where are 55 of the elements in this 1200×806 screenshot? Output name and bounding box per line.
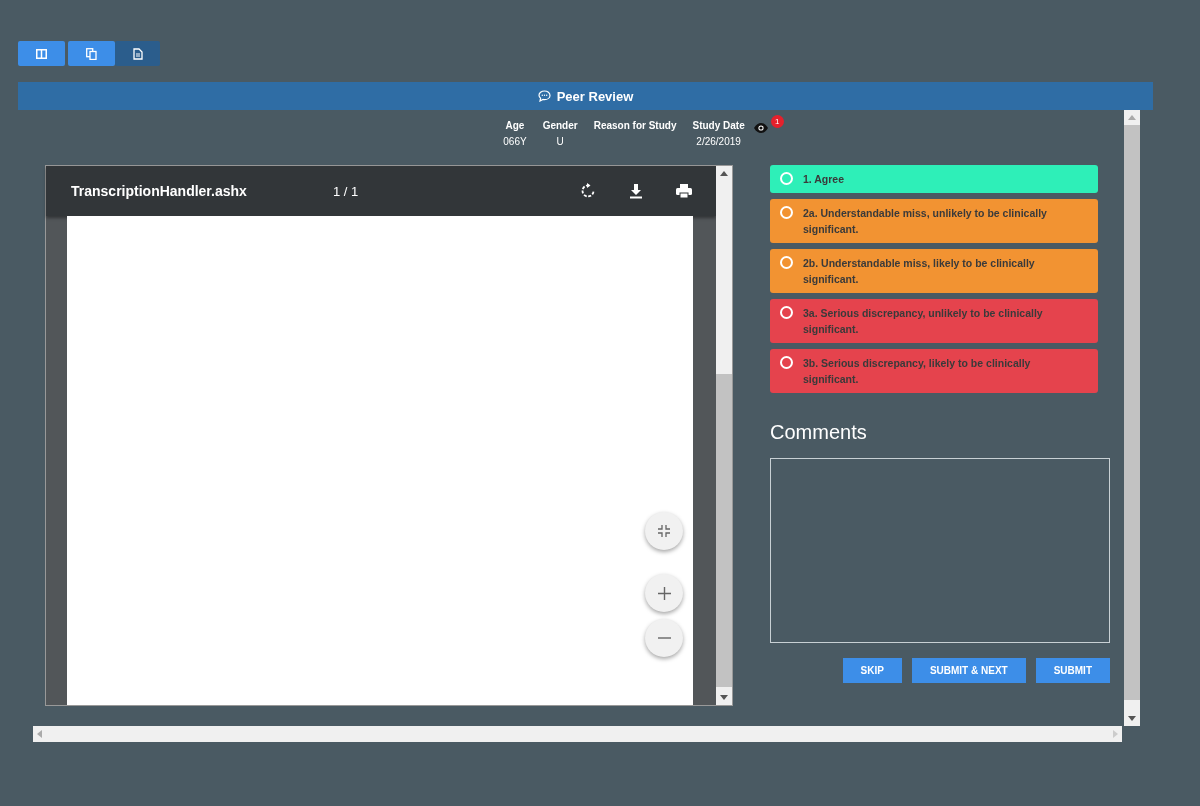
field-value: 2/26/2019	[696, 136, 741, 147]
page-number: 1 / 1	[333, 183, 360, 199]
file-name: TranscriptionHandler.ashx	[71, 183, 248, 199]
option-label: 2b. Understandable miss, likely to be clinically significant.	[803, 256, 1036, 287]
chat-icon	[537, 90, 551, 102]
option-label: 3a. Serious discrepancy, unlikely to be clinically significant.	[803, 306, 1044, 337]
fit-page-button[interactable]	[645, 512, 683, 550]
scroll-left-icon[interactable]	[37, 730, 42, 738]
minus-icon	[657, 637, 671, 639]
option-label: 1. Agree	[803, 172, 846, 187]
radio-button[interactable]	[780, 172, 793, 185]
field-label: Study Date	[692, 120, 745, 131]
scrollbar[interactable]	[716, 166, 732, 705]
rating-option[interactable]: 3b. Serious discrepancy, likely to be clinically significant.	[770, 349, 1098, 393]
field-label: Reason for Study	[593, 120, 677, 131]
eye-icon[interactable]	[752, 122, 769, 134]
toolbar-button[interactable]	[68, 41, 115, 66]
zoom-out-button[interactable]	[645, 619, 683, 657]
scroll-down-icon[interactable]	[1128, 716, 1136, 721]
option-label: 2a. Understandable miss, unlikely to be clinically significant.	[803, 206, 1048, 237]
document-icon	[132, 47, 143, 60]
comments-title: Comments	[770, 421, 868, 444]
radio-button[interactable]	[780, 306, 793, 319]
print-icon[interactable]	[676, 183, 692, 199]
rating-option[interactable]: 2a. Understandable miss, unlikely to be clinically significant.	[770, 199, 1098, 243]
option-label: 3b. Serious discrepancy, likely to be clinically significant.	[803, 356, 1032, 387]
toolbar-button[interactable]	[18, 41, 65, 66]
scrollbar[interactable]	[33, 726, 1122, 742]
toolbar-button[interactable]	[115, 41, 160, 66]
plus-icon	[657, 586, 671, 600]
radio-button[interactable]	[780, 356, 793, 369]
header-title: Peer Review	[556, 88, 634, 104]
comments-field[interactable]	[770, 458, 1110, 643]
scroll-up-icon[interactable]	[720, 171, 728, 176]
download-icon[interactable]	[628, 183, 644, 199]
columns-icon	[36, 48, 47, 59]
rating-option[interactable]: 3a. Serious discrepancy, unlikely to be clinically significant.	[770, 299, 1098, 343]
field-label: Age	[505, 120, 525, 131]
field-value: 066Y	[503, 136, 527, 147]
scroll-down-icon[interactable]	[720, 695, 728, 700]
rotate-icon[interactable]	[580, 183, 596, 199]
radio-button[interactable]	[780, 256, 793, 269]
action-button[interactable]: SUBMIT & NEXT	[911, 658, 1026, 683]
field-value: U	[556, 136, 564, 147]
collapse-icon	[658, 525, 670, 537]
action-button[interactable]: SUBMIT	[1035, 658, 1110, 683]
rating-option[interactable]: 1. Agree	[770, 165, 1098, 193]
scrollbar[interactable]	[1124, 110, 1140, 726]
field-label: Gender	[542, 120, 578, 131]
copy-icon	[86, 47, 97, 60]
action-button[interactable]: SKIP	[842, 658, 902, 683]
zoom-in-button[interactable]	[645, 574, 683, 612]
radio-button[interactable]	[780, 206, 793, 219]
notification-badge: 1	[770, 115, 784, 128]
rating-option[interactable]: 2b. Understandable miss, likely to be clinically significant.	[770, 249, 1098, 293]
